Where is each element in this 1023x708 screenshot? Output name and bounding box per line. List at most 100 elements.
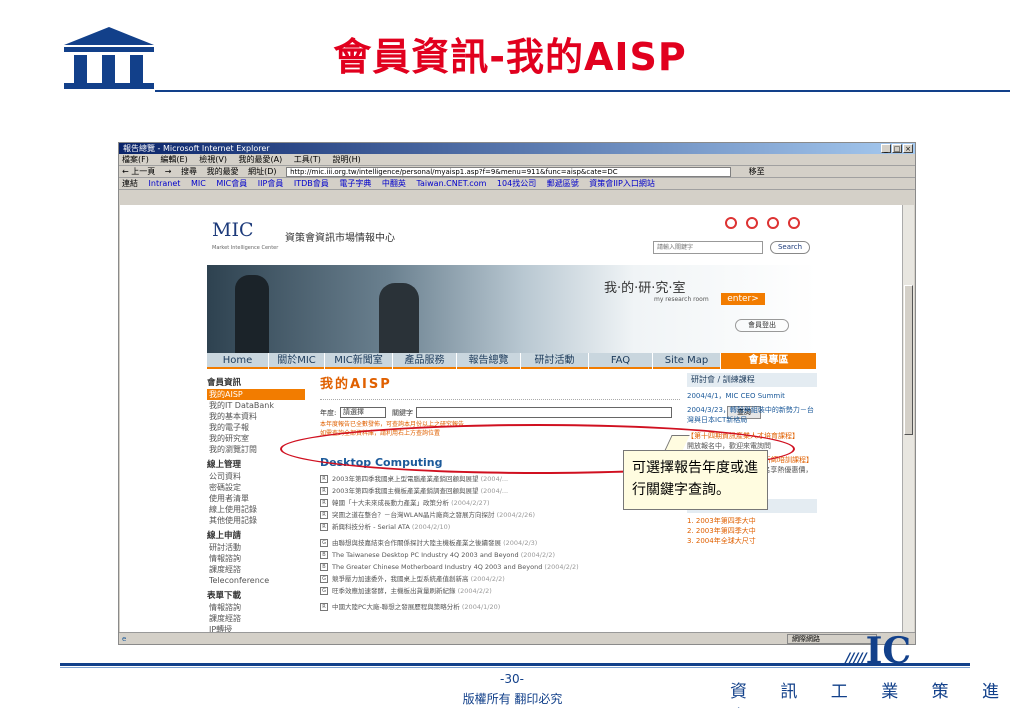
sidebar-item[interactable]: 情報諮詢 [207,602,305,613]
home-icon[interactable] [725,217,737,229]
close-icon[interactable]: × [903,144,913,153]
report-type-icon: G [320,587,328,595]
site-search-input[interactable]: 請輸入關鍵字 [653,241,763,254]
recent-item[interactable]: 1. 2003年第四季大中 [687,516,817,526]
sitemap-icon[interactable] [788,217,800,229]
sidebar-item[interactable]: 線上使用記錄 [207,504,305,515]
link-mic[interactable]: MIC [191,179,206,188]
report-item[interactable]: R 中國大陸PC大廠-聯想之發展歷程與策略分析 (2004/1/20) [320,601,680,613]
report-title[interactable]: 新興科技分析 - Serial ATA [332,523,410,531]
report-title[interactable]: 突圍之道在整合？－台灣WLAN晶片廠商之發展方向探討 [332,511,495,519]
menu-view[interactable]: 檢視(V) [199,155,227,164]
sidebar-item[interactable]: 課度經諮 [207,564,305,575]
nav-members[interactable]: 會員專區 [721,353,817,369]
maximize-icon[interactable]: □ [892,144,902,153]
sidebar-item[interactable]: IP轉授 [207,624,305,632]
nav-products[interactable]: 產品服務 [393,353,457,369]
link-104[interactable]: 104找公司 [497,179,536,188]
recent-item[interactable]: 2. 2003年第四季大中 [687,526,817,536]
nav-reports[interactable]: 報告總覽 [457,353,521,369]
recent-item[interactable]: 3. 2004年全球大尺寸 [687,536,817,546]
menu-help[interactable]: 說明(H) [332,155,360,164]
menu-tools[interactable]: 工具(T) [294,155,321,164]
link-iip-portal[interactable]: 資策會IIP入口網站 [589,179,655,188]
report-title[interactable]: 中國大陸PC大廠-聯想之發展歷程與策略分析 [332,603,460,611]
menu-file[interactable]: 檔案(F) [122,155,149,164]
sidebar-item[interactable]: 研討活動 [207,542,305,553]
keyword-label: 關鍵字 [392,409,413,417]
sidebar-item[interactable]: 密碼設定 [207,482,305,493]
nav-sitemap[interactable]: Site Map [653,353,721,369]
nav-events[interactable]: 研討活動 [521,353,589,369]
report-item[interactable]: B The Greater Chinese Motherboard Industr… [320,561,680,573]
event-item[interactable]: 2004/4/1，MIC CEO Summit [687,391,817,401]
annotation-callout: 可選擇報告年度或進行關鍵字查詢。 [623,450,768,510]
report-title[interactable]: 旺季效應加速發酵，主機板出貨量刷新紀錄 [332,587,456,595]
nav-newsroom[interactable]: MIC新聞室 [325,353,393,369]
report-title[interactable]: 2003年第四季我國桌上型電腦產業產銷回顧與展望 [332,475,479,483]
link-cnet[interactable]: Taiwan.CNET.com [416,179,486,188]
event-item[interactable]: 2004/3/23，轉殼與組裝中的新勢力－台灣與日本ICT新格局 [687,405,817,425]
top-icon-row [725,217,800,229]
report-title[interactable]: 2003年第四季我國主機板產業產銷調查回顧與展望 [332,487,479,495]
link-itdb-member[interactable]: ITDB會員 [294,179,329,188]
slide: 會員資訊-我的AISP 報告總覽 - Microsoft Internet Ex… [0,0,1023,708]
keyword-input[interactable] [416,407,672,418]
scroll-thumb[interactable] [904,285,913,435]
sidebar-item[interactable]: 情報諮詢 [207,553,305,564]
link-iip-member[interactable]: IIP會員 [258,179,284,188]
report-date: (2004/... [480,487,509,495]
link-translate[interactable]: 中翻英 [382,179,406,188]
link-intranet[interactable]: Intranet [149,179,181,188]
report-title[interactable]: 競爭壓力加速委外，我國桌上型系統產值創新高 [332,575,469,583]
mail-icon[interactable] [767,217,779,229]
address-input[interactable]: http://mic.iii.org.tw/intelligence/perso… [286,166,732,177]
banner-figure [379,283,419,353]
report-title[interactable]: 韓國「十大未來成長動力產業」政策分析 [332,499,449,507]
link-dictionary[interactable]: 電子字典 [339,179,371,188]
sidebar-item[interactable]: Teleconference [207,575,305,586]
sidebar-item[interactable]: 課度經諮 [207,613,305,624]
mic-logo[interactable]: MIC [212,219,254,241]
report-item[interactable]: R 突圍之道在整合？－台灣WLAN晶片廠商之發展方向探討 (2004/2/26) [320,509,680,521]
sidebar-item[interactable]: 我的電子報 [207,422,305,433]
footer-rule-thin [60,667,970,668]
help-icon[interactable] [746,217,758,229]
sidebar-item-my-aisp[interactable]: 我的AISP [207,389,305,400]
forward-button[interactable]: → [165,167,172,176]
sidebar-item[interactable]: 其他使用記錄 [207,515,305,526]
year-select[interactable]: 請選擇 [340,407,386,418]
link-mic-member[interactable]: MIC會員 [216,179,247,188]
site-nav: Home 關於MIC MIC新聞室 產品服務 報告總覽 研討活動 FAQ Sit… [207,353,817,369]
menu-favorites[interactable]: 我的最愛(A) [239,155,283,164]
sidebar-item[interactable]: 我的IT DataBank [207,400,305,411]
link-zipcode[interactable]: 郵遞區號 [547,179,579,188]
nav-faq[interactable]: FAQ [589,353,653,369]
report-item[interactable]: G 由聯想與技嘉結束合作關係探討大陸主機板產業之後續發展 (2004/2/3) [320,537,680,549]
report-title[interactable]: The Taiwanese Desktop PC Industry 4Q 200… [332,551,519,559]
sidebar-item[interactable]: 公司資料 [207,471,305,482]
nav-about[interactable]: 關於MIC [269,353,325,369]
site-search-button[interactable]: Search [770,241,810,254]
report-type-icon: R [320,523,328,531]
logout-button[interactable]: 會員登出 [735,319,789,332]
enter-button[interactable]: enter> [721,293,765,305]
minimize-icon[interactable]: _ [881,144,891,153]
report-item[interactable]: B The Taiwanese Desktop PC Industry 4Q 20… [320,549,680,561]
menu-edit[interactable]: 編輯(E) [160,155,187,164]
nav-home[interactable]: Home [207,353,269,369]
sidebar-item[interactable]: 我的基本資料 [207,411,305,422]
vertical-scrollbar[interactable] [902,205,914,632]
report-title[interactable]: The Greater Chinese Motherboard Industry… [332,563,542,571]
report-title[interactable]: 由聯想與技嘉結束合作關係探討大陸主機板產業之後續發展 [332,539,501,547]
back-button[interactable]: ← 上一頁 [122,167,155,176]
report-item[interactable]: R 新興科技分析 - Serial ATA (2004/2/10) [320,521,680,533]
favorites-button[interactable]: 我的最愛 [207,167,239,176]
report-item[interactable]: G 旺季效應加速發酵，主機板出貨量刷新紀錄 (2004/2/2) [320,585,680,597]
report-item[interactable]: G 競爭壓力加速委外，我國桌上型系統產值創新高 (2004/2/2) [320,573,680,585]
search-button[interactable]: 搜尋 [181,167,197,176]
window-controls: _ □ × [881,144,913,153]
sidebar-item[interactable]: 使用者清單 [207,493,305,504]
go-button[interactable]: 移至 [749,167,765,176]
year-label: 年度: [320,409,337,417]
